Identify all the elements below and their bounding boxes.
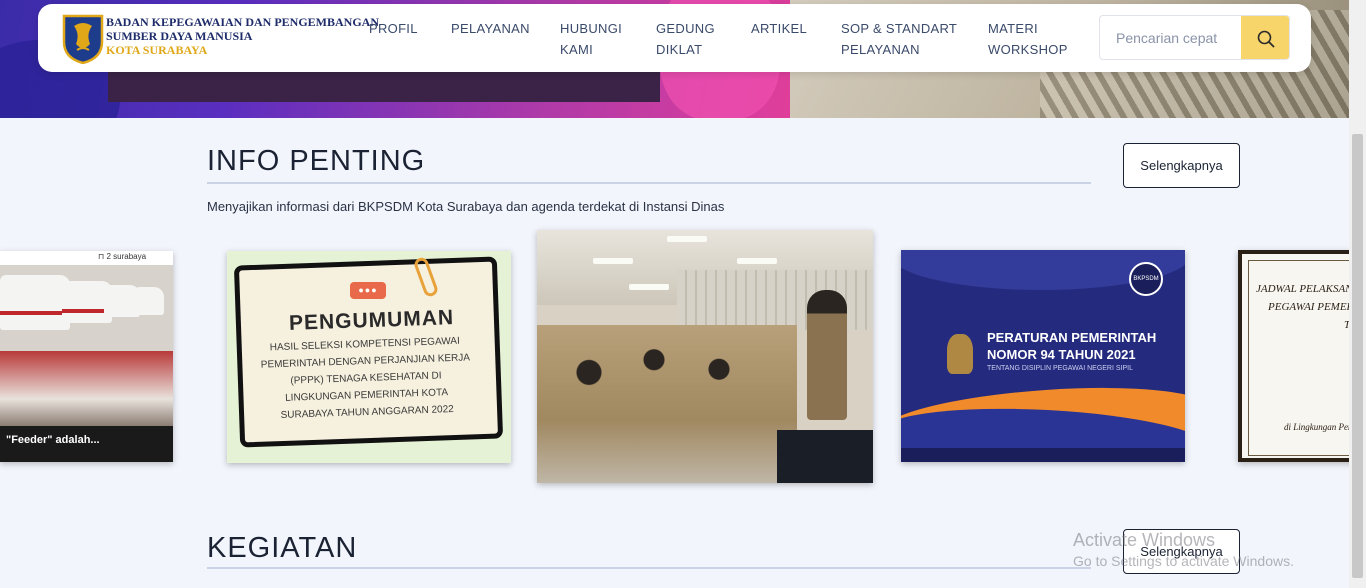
- bkpsdm-badge-icon: BKPSDM: [1129, 262, 1163, 296]
- nav-artikel[interactable]: ARTIKEL: [751, 18, 807, 39]
- info-penting-more-button[interactable]: Selengkapnya: [1123, 143, 1240, 188]
- kegiatan-divider: [207, 567, 1091, 569]
- nav-sop-standart-pelayanan[interactable]: SOP & STANDART PELAYANAN: [841, 18, 957, 60]
- activate-windows-subtitle: Go to Settings to activate Windows.: [1073, 553, 1294, 569]
- info-penting-divider: [207, 182, 1091, 184]
- nav-profil[interactable]: PROFIL: [369, 18, 418, 39]
- dots-icon: ●●●: [350, 282, 386, 299]
- activate-windows-title: Activate Windows: [1073, 530, 1216, 550]
- org-name-line2: SUMBER DAYA MANUSIA: [106, 29, 253, 43]
- pengumuman-body: HASIL SELEKSI KOMPETENSI PEGAWAI PEMERIN…: [260, 335, 471, 421]
- peraturan-title: PERATURAN PEMERINTAH NOMOR 94 TAHUN 2021: [987, 330, 1157, 362]
- info-card-meeting-photo[interactable]: [537, 230, 873, 483]
- scrollbar-thumb[interactable]: [1352, 134, 1363, 578]
- kegiatan-title: KEGIATAN: [207, 532, 358, 564]
- search-button[interactable]: [1241, 16, 1289, 59]
- info-card-pengumuman[interactable]: ●●● PENGUMUMAN HASIL SELEKSI KOMPETENSI …: [227, 251, 511, 463]
- peraturan-subtitle: TENTANG DISIPLIN PEGAWAI NEGERI SIPIL: [987, 365, 1133, 372]
- nav-pelayanan[interactable]: PELAYANAN: [451, 18, 530, 39]
- garuda-icon: [947, 334, 973, 374]
- info-penting-title: INFO PENTING: [207, 145, 426, 177]
- jadwal-footer: di Lingkungan Pem: [1284, 422, 1355, 432]
- info-card-feeder[interactable]: ⊓ 2 surabaya "Feeder" adalah...: [0, 251, 173, 462]
- info-card-feeder-caption: "Feeder" adalah...: [6, 434, 100, 446]
- info-card-feeder-header: ⊓ 2 surabaya: [98, 252, 147, 261]
- search-input[interactable]: [1100, 16, 1240, 59]
- nav-hubungi-kami[interactable]: HUBUNGI KAMI: [560, 18, 622, 60]
- info-card-peraturan[interactable]: BKPSDM PERATURAN PEMERINTAH NOMOR 94 TAH…: [901, 250, 1185, 462]
- surabaya-logo-icon[interactable]: [62, 12, 104, 64]
- info-card-jadwal[interactable]: JADWAL PELAKSANAA PEGAWAI PEMERI TE di L…: [1238, 250, 1366, 462]
- info-penting-description: Menyajikan informasi dari BKPSDM Kota Su…: [207, 199, 725, 214]
- nav-materi-workshop[interactable]: MATERI WORKSHOP: [988, 18, 1068, 60]
- org-name-line3: KOTA SURABAYA: [106, 43, 208, 57]
- search-box: [1099, 15, 1290, 60]
- search-icon: [1257, 30, 1275, 47]
- navbar: BADAN KEPEGAWAIAN DAN PENGEMBANGAN SUMBE…: [38, 4, 1311, 72]
- org-name[interactable]: BADAN KEPEGAWAIAN DAN PENGEMBANGAN SUMBE…: [106, 15, 379, 57]
- nav-gedung-diklat[interactable]: GEDUNG DIKLAT: [656, 18, 715, 60]
- org-name-line1: BADAN KEPEGAWAIAN DAN PENGEMBANGAN: [106, 15, 380, 29]
